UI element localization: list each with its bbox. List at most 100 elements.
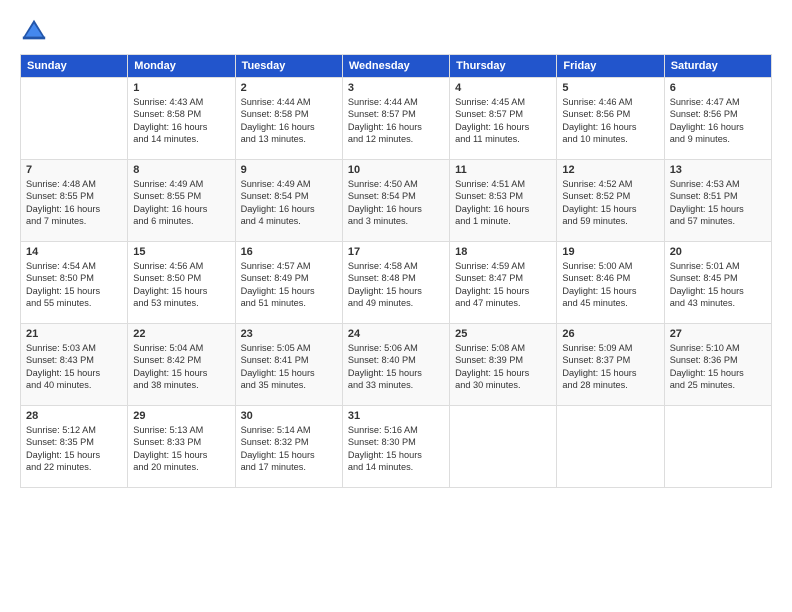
day-info: Sunrise: 4:47 AM Sunset: 8:56 PM Dayligh… — [670, 96, 766, 146]
day-info: Sunrise: 4:43 AM Sunset: 8:58 PM Dayligh… — [133, 96, 229, 146]
day-info: Sunrise: 4:45 AM Sunset: 8:57 PM Dayligh… — [455, 96, 551, 146]
calendar-cell: 5 Sunrise: 4:46 AM Sunset: 8:56 PM Daylig… — [557, 78, 664, 160]
day-number: 1 — [133, 82, 229, 94]
day-number: 6 — [670, 82, 766, 94]
day-number: 12 — [562, 164, 658, 176]
day-info: Sunrise: 5:12 AM Sunset: 8:35 PM Dayligh… — [26, 424, 122, 474]
calendar-header-row: SundayMondayTuesdayWednesdayThursdayFrid… — [21, 55, 772, 78]
day-info: Sunrise: 4:57 AM Sunset: 8:49 PM Dayligh… — [241, 260, 337, 310]
day-info: Sunrise: 4:52 AM Sunset: 8:52 PM Dayligh… — [562, 178, 658, 228]
calendar-cell — [21, 78, 128, 160]
day-info: Sunrise: 5:16 AM Sunset: 8:30 PM Dayligh… — [348, 424, 444, 474]
calendar-cell — [664, 406, 771, 488]
calendar-week-row: 28 Sunrise: 5:12 AM Sunset: 8:35 PM Dayli… — [21, 406, 772, 488]
logo — [20, 16, 50, 44]
day-info: Sunrise: 5:00 AM Sunset: 8:46 PM Dayligh… — [562, 260, 658, 310]
calendar-cell: 23 Sunrise: 5:05 AM Sunset: 8:41 PM Dayli… — [235, 324, 342, 406]
day-info: Sunrise: 5:05 AM Sunset: 8:41 PM Dayligh… — [241, 342, 337, 392]
calendar-cell: 17 Sunrise: 4:58 AM Sunset: 8:48 PM Dayli… — [342, 242, 449, 324]
calendar-cell: 13 Sunrise: 4:53 AM Sunset: 8:51 PM Dayli… — [664, 160, 771, 242]
calendar-cell: 2 Sunrise: 4:44 AM Sunset: 8:58 PM Daylig… — [235, 78, 342, 160]
day-number: 28 — [26, 410, 122, 422]
day-number: 17 — [348, 246, 444, 258]
page: SundayMondayTuesdayWednesdayThursdayFrid… — [0, 0, 792, 612]
calendar-cell — [557, 406, 664, 488]
calendar-week-row: 1 Sunrise: 4:43 AM Sunset: 8:58 PM Daylig… — [21, 78, 772, 160]
day-number: 22 — [133, 328, 229, 340]
day-number: 14 — [26, 246, 122, 258]
calendar-header-friday: Friday — [557, 55, 664, 78]
calendar-cell: 19 Sunrise: 5:00 AM Sunset: 8:46 PM Dayli… — [557, 242, 664, 324]
day-number: 15 — [133, 246, 229, 258]
day-number: 16 — [241, 246, 337, 258]
calendar-cell: 7 Sunrise: 4:48 AM Sunset: 8:55 PM Daylig… — [21, 160, 128, 242]
calendar-table: SundayMondayTuesdayWednesdayThursdayFrid… — [20, 54, 772, 488]
day-number: 26 — [562, 328, 658, 340]
day-info: Sunrise: 5:06 AM Sunset: 8:40 PM Dayligh… — [348, 342, 444, 392]
calendar-header-wednesday: Wednesday — [342, 55, 449, 78]
day-number: 7 — [26, 164, 122, 176]
day-info: Sunrise: 4:44 AM Sunset: 8:57 PM Dayligh… — [348, 96, 444, 146]
day-info: Sunrise: 5:10 AM Sunset: 8:36 PM Dayligh… — [670, 342, 766, 392]
calendar-cell: 22 Sunrise: 5:04 AM Sunset: 8:42 PM Dayli… — [128, 324, 235, 406]
calendar-cell: 12 Sunrise: 4:52 AM Sunset: 8:52 PM Dayli… — [557, 160, 664, 242]
day-number: 10 — [348, 164, 444, 176]
calendar-header-saturday: Saturday — [664, 55, 771, 78]
day-info: Sunrise: 4:49 AM Sunset: 8:54 PM Dayligh… — [241, 178, 337, 228]
calendar-cell: 15 Sunrise: 4:56 AM Sunset: 8:50 PM Dayli… — [128, 242, 235, 324]
calendar-week-row: 7 Sunrise: 4:48 AM Sunset: 8:55 PM Daylig… — [21, 160, 772, 242]
day-number: 21 — [26, 328, 122, 340]
calendar-week-row: 14 Sunrise: 4:54 AM Sunset: 8:50 PM Dayli… — [21, 242, 772, 324]
day-info: Sunrise: 5:14 AM Sunset: 8:32 PM Dayligh… — [241, 424, 337, 474]
day-number: 2 — [241, 82, 337, 94]
calendar-cell: 11Sunrise: 4:51 AM Sunset: 8:53 PM Dayli… — [450, 160, 557, 242]
day-info: Sunrise: 5:03 AM Sunset: 8:43 PM Dayligh… — [26, 342, 122, 392]
calendar-week-row: 21 Sunrise: 5:03 AM Sunset: 8:43 PM Dayli… — [21, 324, 772, 406]
logo-icon — [20, 16, 48, 44]
day-info: Sunrise: 5:13 AM Sunset: 8:33 PM Dayligh… — [133, 424, 229, 474]
day-info: Sunrise: 4:56 AM Sunset: 8:50 PM Dayligh… — [133, 260, 229, 310]
calendar-cell: 10 Sunrise: 4:50 AM Sunset: 8:54 PM Dayli… — [342, 160, 449, 242]
calendar-cell: 14 Sunrise: 4:54 AM Sunset: 8:50 PM Dayli… — [21, 242, 128, 324]
day-number: 13 — [670, 164, 766, 176]
calendar-cell: 18 Sunrise: 4:59 AM Sunset: 8:47 PM Dayli… — [450, 242, 557, 324]
calendar-cell: 20Sunrise: 5:01 AM Sunset: 8:45 PM Dayli… — [664, 242, 771, 324]
day-number: 11 — [455, 164, 551, 176]
day-number: 18 — [455, 246, 551, 258]
day-info: Sunrise: 5:04 AM Sunset: 8:42 PM Dayligh… — [133, 342, 229, 392]
day-number: 5 — [562, 82, 658, 94]
day-info: Sunrise: 4:46 AM Sunset: 8:56 PM Dayligh… — [562, 96, 658, 146]
calendar-header-sunday: Sunday — [21, 55, 128, 78]
day-number: 23 — [241, 328, 337, 340]
day-number: 24 — [348, 328, 444, 340]
calendar-cell: 25Sunrise: 5:08 AM Sunset: 8:39 PM Dayli… — [450, 324, 557, 406]
calendar-cell: 4Sunrise: 4:45 AM Sunset: 8:57 PM Daylig… — [450, 78, 557, 160]
day-number: 9 — [241, 164, 337, 176]
calendar-cell: 9 Sunrise: 4:49 AM Sunset: 8:54 PM Daylig… — [235, 160, 342, 242]
day-number: 8 — [133, 164, 229, 176]
day-info: Sunrise: 4:59 AM Sunset: 8:47 PM Dayligh… — [455, 260, 551, 310]
calendar-cell: 30Sunrise: 5:14 AM Sunset: 8:32 PM Dayli… — [235, 406, 342, 488]
calendar-cell: 27 Sunrise: 5:10 AM Sunset: 8:36 PM Dayli… — [664, 324, 771, 406]
day-info: Sunrise: 4:54 AM Sunset: 8:50 PM Dayligh… — [26, 260, 122, 310]
day-info: Sunrise: 4:48 AM Sunset: 8:55 PM Dayligh… — [26, 178, 122, 228]
day-info: Sunrise: 5:01 AM Sunset: 8:45 PM Dayligh… — [670, 260, 766, 310]
calendar-header-monday: Monday — [128, 55, 235, 78]
day-number: 3 — [348, 82, 444, 94]
day-number: 25 — [455, 328, 551, 340]
calendar-cell: 6 Sunrise: 4:47 AM Sunset: 8:56 PM Daylig… — [664, 78, 771, 160]
day-info: Sunrise: 4:50 AM Sunset: 8:54 PM Dayligh… — [348, 178, 444, 228]
calendar-header-tuesday: Tuesday — [235, 55, 342, 78]
calendar-cell: 8Sunrise: 4:49 AM Sunset: 8:55 PM Daylig… — [128, 160, 235, 242]
day-info: Sunrise: 4:58 AM Sunset: 8:48 PM Dayligh… — [348, 260, 444, 310]
calendar-cell: 31Sunrise: 5:16 AM Sunset: 8:30 PM Dayli… — [342, 406, 449, 488]
day-number: 19 — [562, 246, 658, 258]
day-number: 29 — [133, 410, 229, 422]
calendar-cell: 16 Sunrise: 4:57 AM Sunset: 8:49 PM Dayli… — [235, 242, 342, 324]
day-number: 27 — [670, 328, 766, 340]
day-info: Sunrise: 4:44 AM Sunset: 8:58 PM Dayligh… — [241, 96, 337, 146]
day-info: Sunrise: 4:53 AM Sunset: 8:51 PM Dayligh… — [670, 178, 766, 228]
calendar-cell: 29 Sunrise: 5:13 AM Sunset: 8:33 PM Dayli… — [128, 406, 235, 488]
calendar-cell: 26Sunrise: 5:09 AM Sunset: 8:37 PM Dayli… — [557, 324, 664, 406]
calendar-cell: 1 Sunrise: 4:43 AM Sunset: 8:58 PM Daylig… — [128, 78, 235, 160]
